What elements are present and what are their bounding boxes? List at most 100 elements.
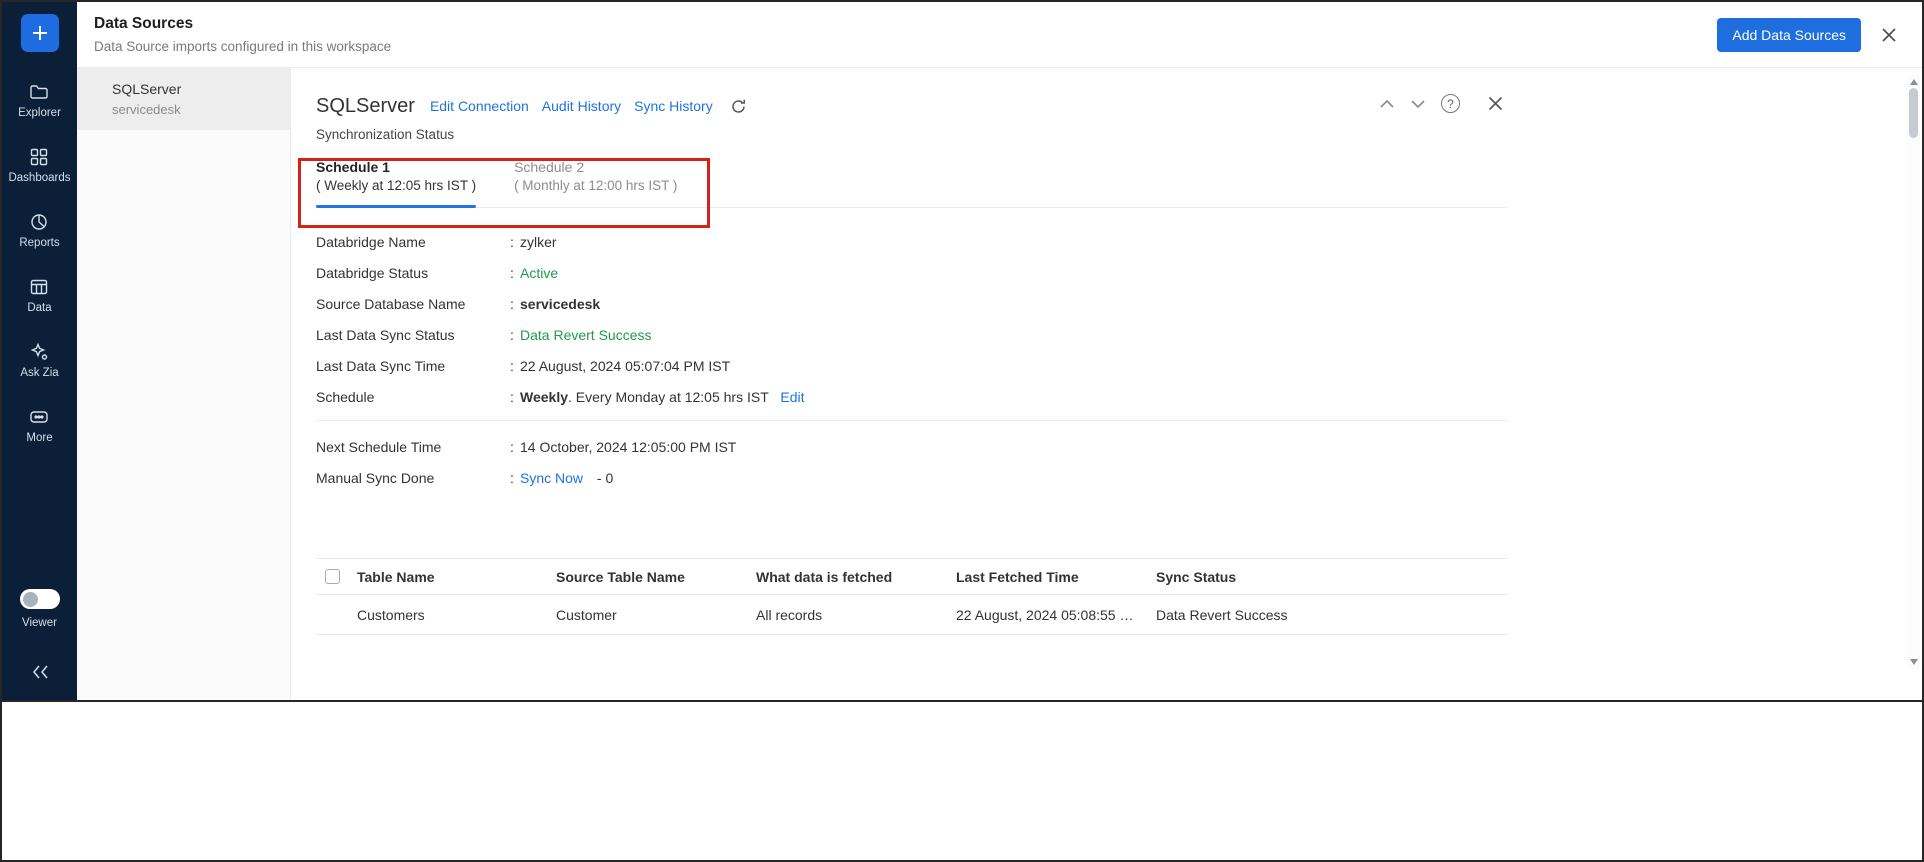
schedule-description: . Every Monday at 12:05 hrs IST xyxy=(568,389,769,405)
colon: : xyxy=(510,439,514,455)
select-all-checkbox[interactable] xyxy=(325,569,340,584)
column-header: Table Name xyxy=(357,568,435,585)
connection-title-row: SQLServer Edit Connection Audit History … xyxy=(316,92,1508,120)
refresh-icon[interactable] xyxy=(730,98,747,115)
table-icon xyxy=(29,277,49,297)
sidebar-nav: Explorer Dashboards Reports Data Ask Zia… xyxy=(8,82,71,445)
colon: : xyxy=(510,327,514,343)
source-detail-panel: ? SQLServer Edit Connection Audit Histor… xyxy=(291,68,1922,700)
cell-what-data: All records xyxy=(756,606,823,623)
sidebar-item-label: Dashboards xyxy=(8,172,71,184)
edit-connection-link[interactable]: Edit Connection xyxy=(430,98,529,114)
detail-value: Weekly. Every Monday at 12:05 hrs IST Ed… xyxy=(520,389,805,406)
audit-history-link[interactable]: Audit History xyxy=(542,98,621,114)
divider xyxy=(316,420,1508,421)
detail-value: zylker xyxy=(520,234,557,250)
detail-content: ? SQLServer Edit Connection Audit Histor… xyxy=(316,92,1508,635)
zia-sparkle-icon xyxy=(29,342,49,362)
detail-label: Databridge Status xyxy=(316,265,429,281)
column-header: What data is fetched xyxy=(756,568,893,585)
table-row[interactable]: Customers Customer All records 22 August… xyxy=(316,595,1508,635)
folder-icon xyxy=(29,82,49,102)
source-name: SQLServer xyxy=(112,81,182,97)
colon: : xyxy=(510,389,514,405)
detail-value: 14 October, 2024 12:05:00 PM IST xyxy=(520,439,737,455)
vertical-scrollbar[interactable] xyxy=(1906,76,1921,668)
collapse-sidebar-button[interactable] xyxy=(30,662,50,682)
source-list-item-sqlserver[interactable]: SQLServer servicedesk xyxy=(77,68,290,130)
sidebar-item-label: More xyxy=(26,432,53,444)
detail-label: Databridge Name xyxy=(316,234,426,250)
connection-title: SQLServer xyxy=(316,94,415,117)
scroll-track[interactable] xyxy=(1906,85,1921,659)
colon: : xyxy=(510,234,514,250)
tab-sublabel: ( Weekly at 12:05 hrs IST ) xyxy=(316,178,477,193)
detail-row-last-sync-time: Last Data Sync Time : 22 August, 2024 05… xyxy=(316,358,1508,375)
column-header: Last Fetched Time xyxy=(956,568,1079,585)
sidebar-item-data[interactable]: Data xyxy=(27,277,52,315)
detail-label: Source Database Name xyxy=(316,296,466,312)
colon: : xyxy=(510,265,514,281)
collapse-icon xyxy=(30,662,50,682)
detail-row-schedule: Schedule : Weekly. Every Monday at 12:05… xyxy=(316,389,1508,406)
source-database: servicedesk xyxy=(112,102,181,117)
sidebar-item-dashboards[interactable]: Dashboards xyxy=(8,147,71,185)
tab-schedule-1[interactable]: Schedule 1 ( Weekly at 12:05 hrs IST ) xyxy=(316,159,477,208)
tab-schedule-2[interactable]: Schedule 2 ( Monthly at 12:00 hrs IST ) xyxy=(514,159,677,207)
viewer-toggle[interactable] xyxy=(19,589,60,609)
viewer-label: Viewer xyxy=(22,617,57,629)
colon: : xyxy=(510,296,514,312)
cell-table-name: Customers xyxy=(357,606,425,623)
sidebar-item-label: Ask Zia xyxy=(20,367,59,379)
help-icon[interactable]: ? xyxy=(1441,94,1460,113)
detail-value: 22 August, 2024 05:07:04 PM IST xyxy=(520,358,731,374)
close-detail-icon[interactable] xyxy=(1487,95,1504,112)
sync-history-link[interactable]: Sync History xyxy=(634,98,713,114)
colon: : xyxy=(510,358,514,374)
sidebar-item-label: Reports xyxy=(19,237,60,249)
page-title: Data Sources xyxy=(94,15,194,32)
detail-label: Manual Sync Done xyxy=(316,470,435,486)
scroll-thumb[interactable] xyxy=(1909,88,1918,138)
grid-icon xyxy=(29,147,49,167)
add-data-sources-button[interactable]: Add Data Sources xyxy=(1717,17,1861,52)
detail-row-last-sync-status: Last Data Sync Status : Data Revert Succ… xyxy=(316,327,1508,344)
sidebar-item-reports[interactable]: Reports xyxy=(19,212,60,250)
page-subtitle: Data Source imports configured in this w… xyxy=(94,39,392,54)
detail-row-manual-sync: Manual Sync Done : Sync Now - 0 xyxy=(316,470,1508,487)
toggle-knob xyxy=(22,591,38,607)
scroll-down-arrow[interactable] xyxy=(1909,659,1918,665)
plus-icon xyxy=(30,23,50,43)
cell-source-table-name: Customer xyxy=(556,606,617,623)
sidebar-item-ask-zia[interactable]: Ask Zia xyxy=(20,342,59,380)
table-header-row: Table Name Source Table Name What data i… xyxy=(316,559,1508,595)
edit-schedule-link[interactable]: Edit xyxy=(780,389,804,405)
manual-sync-count: - 0 xyxy=(596,470,614,486)
status-badge: Data Revert Success xyxy=(520,327,652,343)
column-header: Sync Status xyxy=(1156,568,1237,585)
chevron-up-icon[interactable] xyxy=(1379,99,1395,109)
data-source-list-panel: SQLServer servicedesk xyxy=(77,68,291,700)
header-text: Data Sources Data Source imports configu… xyxy=(94,15,391,54)
sidebar-item-label: Explorer xyxy=(18,107,61,119)
sidebar-item-explorer[interactable]: Explorer xyxy=(18,82,61,120)
detail-row-next-schedule-time: Next Schedule Time : 14 October, 2024 12… xyxy=(316,439,1508,456)
sync-details: Databridge Name : zylker Databridge Stat… xyxy=(316,234,1508,487)
detail-row-source-database: Source Database Name : servicedesk xyxy=(316,296,1508,313)
sidebar-item-more[interactable]: More xyxy=(26,407,53,445)
create-new-button[interactable] xyxy=(20,14,59,52)
detail-label: Last Data Sync Status xyxy=(316,327,455,343)
cell-last-fetched-time: 22 August, 2024 05:08:55 … xyxy=(956,606,1134,623)
section-label: Synchronization Status xyxy=(316,127,455,142)
detail-label: Last Data Sync Time xyxy=(316,358,446,374)
tab-label: Schedule 1 xyxy=(316,159,390,175)
close-icon[interactable] xyxy=(1880,26,1898,44)
pie-chart-icon xyxy=(29,212,49,232)
sync-now-link[interactable]: Sync Now xyxy=(520,470,583,486)
detail-row-databridge-status: Databridge Status : Active xyxy=(316,265,1508,282)
detail-value: Sync Now - 0 xyxy=(520,470,613,487)
tab-sublabel: ( Monthly at 12:00 hrs IST ) xyxy=(514,178,678,193)
chevron-down-icon[interactable] xyxy=(1410,99,1426,109)
detail-label: Schedule xyxy=(316,389,375,405)
panel-actions: ? xyxy=(1379,94,1504,113)
